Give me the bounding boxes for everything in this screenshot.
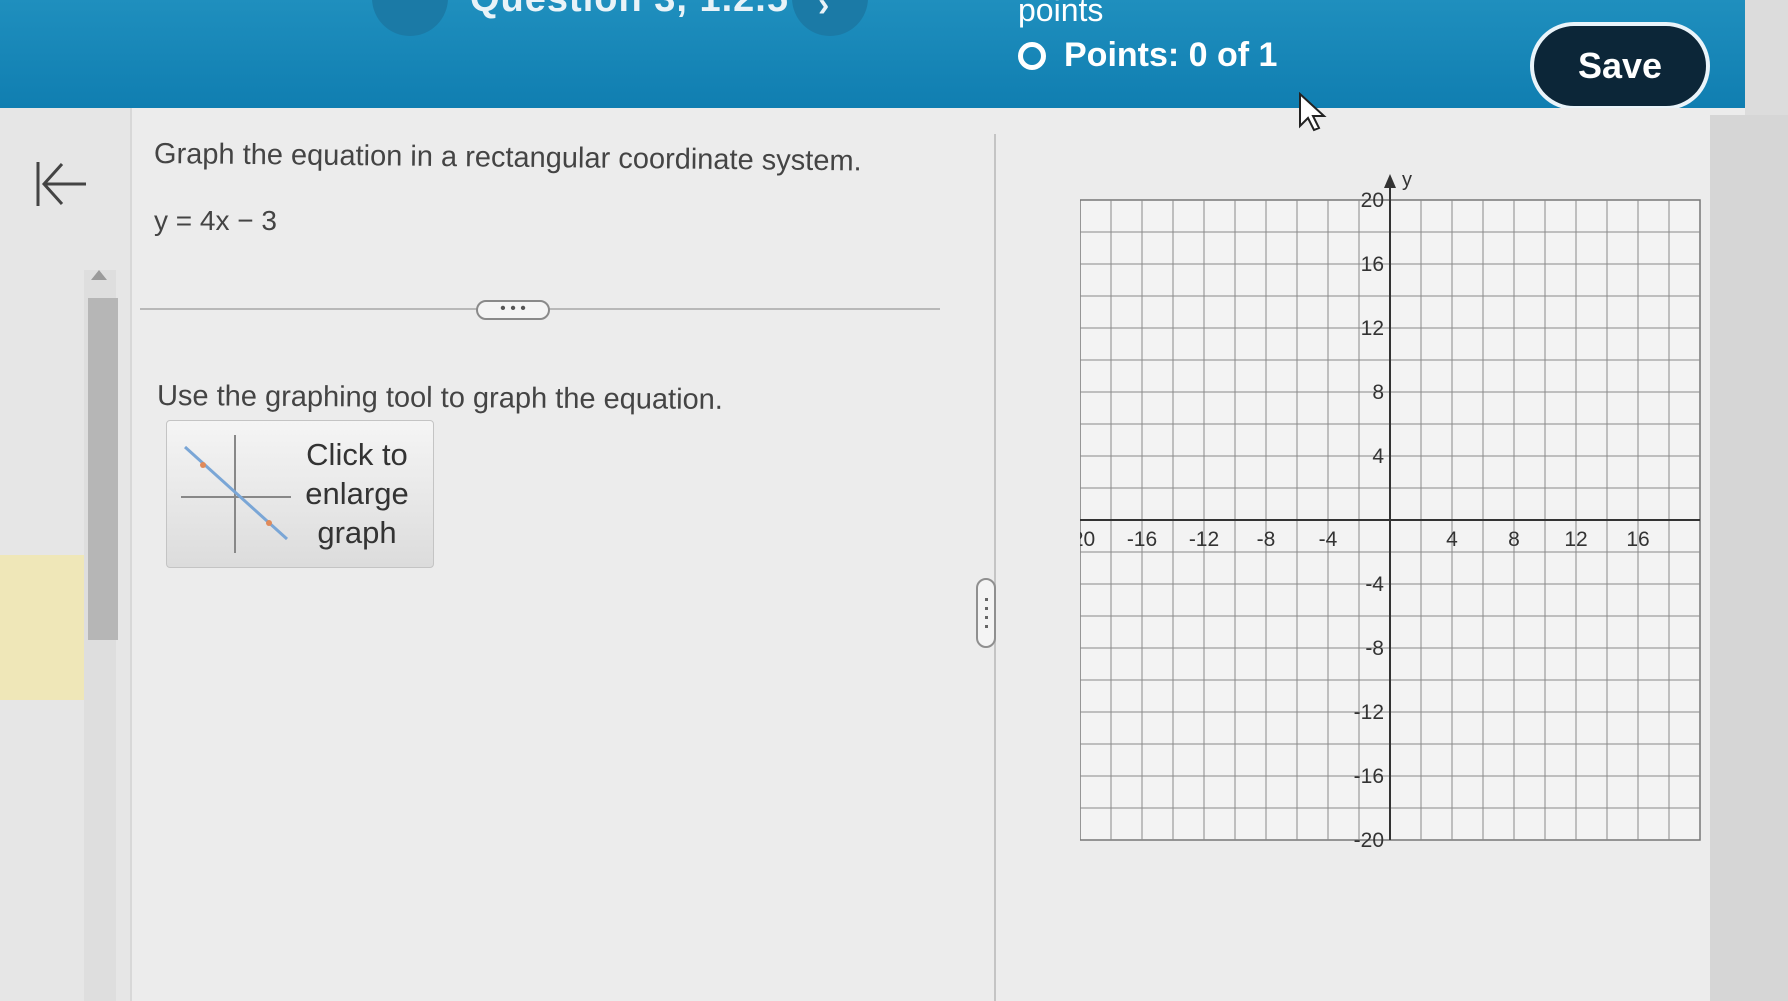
- mini-graph-icon: [181, 435, 291, 553]
- y-axis-arrow-icon: [1384, 174, 1396, 188]
- y-tick-label: 4: [1372, 445, 1384, 468]
- y-tick-label: 20: [1361, 189, 1384, 212]
- save-button[interactable]: Save: [1530, 22, 1710, 110]
- coordinate-graph[interactable]: y -20 -16 -12 -8 -4 4 8 12 16 20 16 12 8 4 -4 -8 -12 -16 -2…: [1080, 160, 1720, 860]
- chevron-right-icon[interactable]: ›: [818, 0, 829, 25]
- x-tick-label: 4: [1446, 528, 1458, 551]
- x-tick-label: 8: [1508, 528, 1520, 551]
- gutter-divider: [130, 108, 132, 1001]
- pane-splitter: [994, 134, 996, 1001]
- scrollbar-thumb[interactable]: [88, 298, 118, 640]
- x-tick-label: 16: [1626, 528, 1649, 551]
- y-tick-label: 8: [1372, 381, 1384, 404]
- right-edge: [1710, 115, 1788, 1001]
- x-tick-label: -16: [1127, 528, 1157, 551]
- more-button[interactable]: • • •: [476, 300, 550, 320]
- mouse-cursor-icon: [1299, 92, 1327, 132]
- equation: y = 4x − 3: [154, 205, 277, 236]
- y-tick-label: 16: [1361, 253, 1384, 276]
- points-caption: points: [1018, 0, 1104, 28]
- y-tick-label: 12: [1361, 317, 1384, 340]
- y-tick-label: -12: [1354, 701, 1384, 724]
- x-tick-label: -20: [1080, 528, 1095, 551]
- scroll-up-icon[interactable]: [91, 270, 107, 280]
- side-tab[interactable]: [0, 555, 86, 700]
- y-axis-label: y: [1402, 169, 1412, 191]
- y-tick-label: -16: [1354, 765, 1384, 788]
- circle-status-icon: [1018, 41, 1046, 70]
- enlarge-graph-button[interactable]: Click to enlarge graph: [166, 420, 434, 568]
- x-tick-label: 12: [1564, 528, 1587, 551]
- points-label: Points: 0 of 1: [1064, 36, 1278, 74]
- drag-dots-icon: [985, 598, 988, 628]
- question-title: Question 3, 1.2.5: [470, 0, 789, 21]
- points-status: Points: 0 of 1: [1018, 36, 1277, 75]
- y-tick-label: -8: [1365, 637, 1384, 660]
- x-tick-label: -12: [1189, 528, 1219, 551]
- y-tick-label: -4: [1365, 573, 1384, 596]
- x-tick-label: -8: [1257, 528, 1276, 551]
- splitter-handle[interactable]: [976, 578, 996, 648]
- enlarge-graph-label: Click to enlarge graph: [305, 437, 409, 550]
- next-question-button[interactable]: [792, 0, 868, 36]
- instruction-text: Use the graphing tool to graph the equat…: [156, 380, 724, 416]
- x-tick-label: -4: [1319, 528, 1338, 551]
- previous-question-button[interactable]: [372, 0, 448, 36]
- collapse-arrow-icon[interactable]: [34, 156, 90, 212]
- top-bar: Question 3, 1.2.5 › points Points: 0 of …: [0, 0, 1745, 115]
- y-tick-label: -20: [1354, 829, 1384, 852]
